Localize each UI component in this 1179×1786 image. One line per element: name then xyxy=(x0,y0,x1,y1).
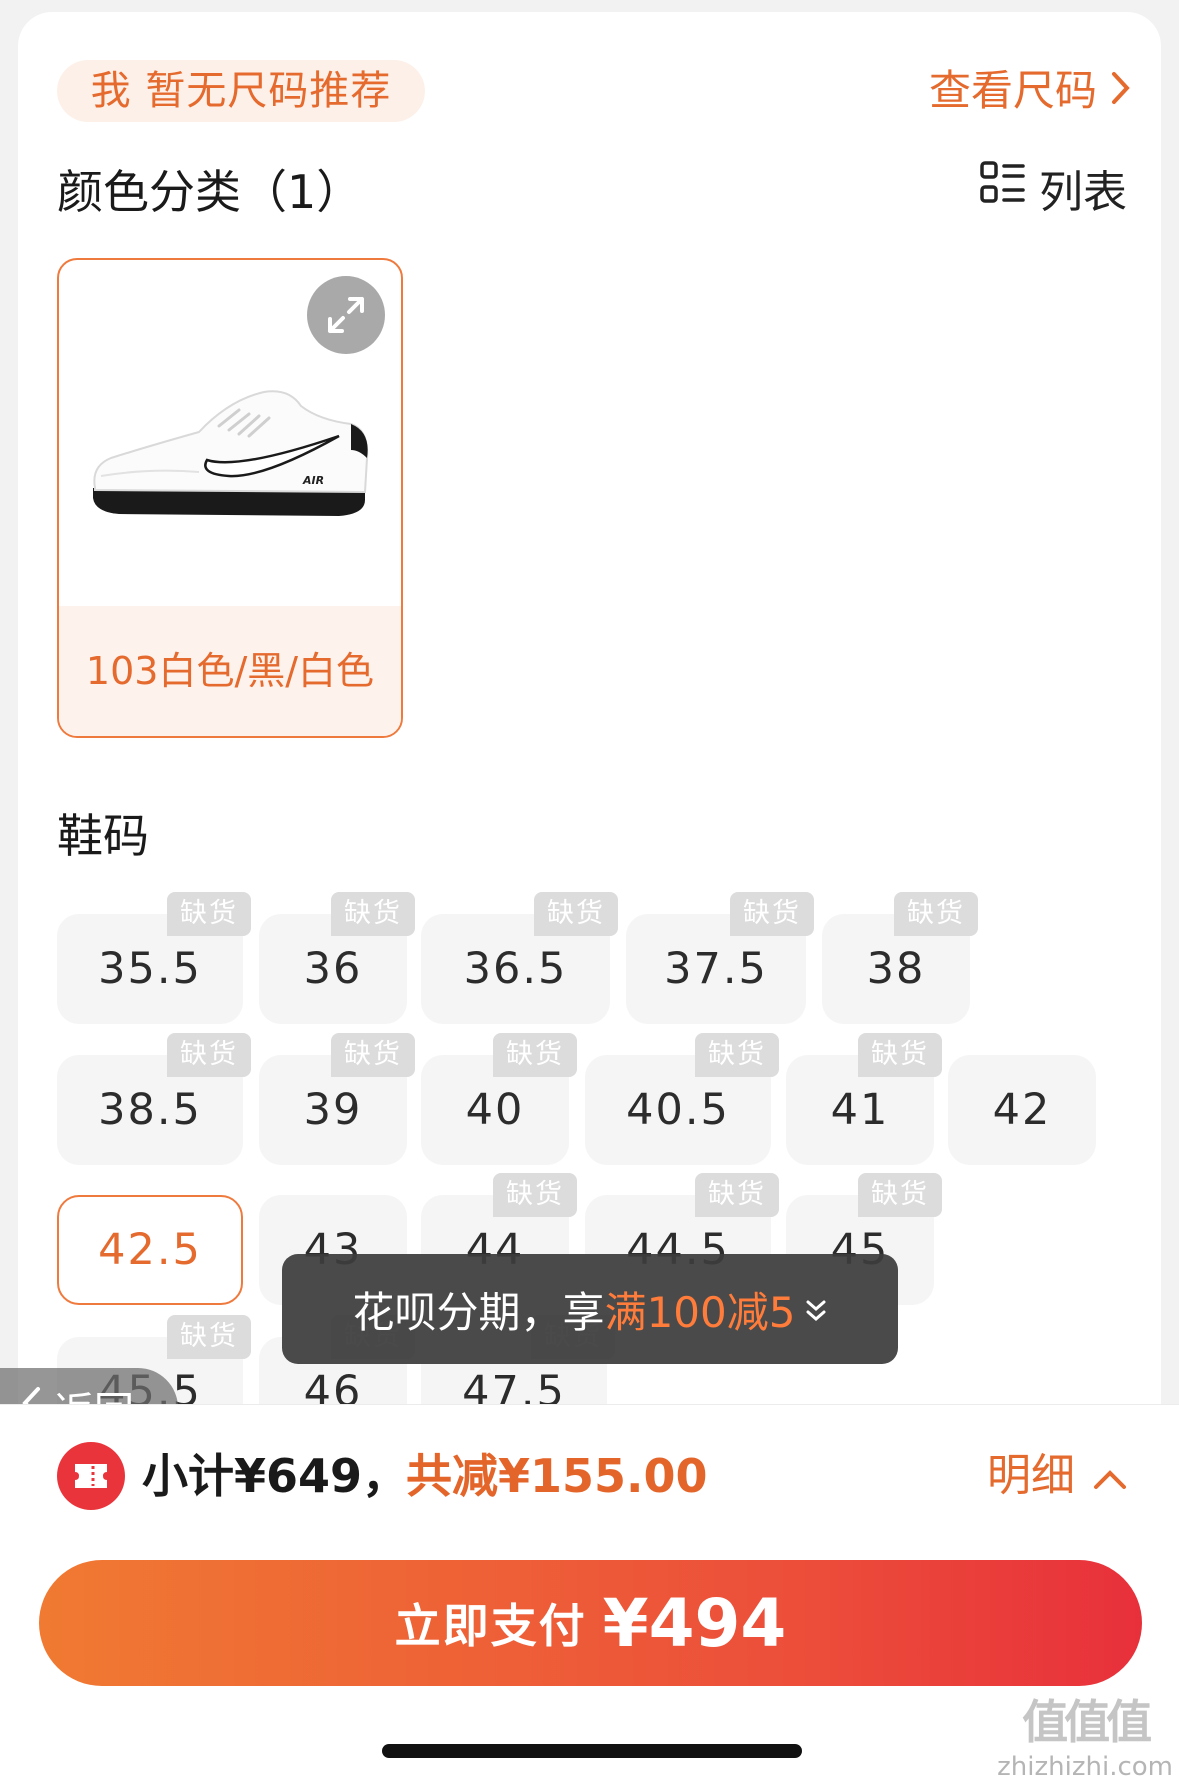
home-indicator xyxy=(382,1744,802,1758)
out-of-stock-badge: 缺货 xyxy=(331,1033,415,1077)
size-option-40-5[interactable]: 40.5 缺货 xyxy=(585,1033,779,1165)
huabei-installment-toast[interactable]: 花呗分期，享 满100减5 xyxy=(282,1254,898,1364)
size-option-label: 42.5 xyxy=(98,1225,202,1275)
color-variant-card[interactable]: AIR 103白色/黑/白色 xyxy=(57,258,403,738)
size-option-label: 41 xyxy=(830,1085,890,1135)
size-chart-link[interactable]: 查看尺码 xyxy=(929,60,1131,122)
list-view-label: 列表 xyxy=(1039,167,1127,218)
double-chevron-down-icon xyxy=(805,1285,827,1334)
list-icon xyxy=(979,160,1025,217)
size-option-36[interactable]: 36 缺货 xyxy=(259,892,415,1024)
size-option-42-5[interactable]: 42.5 xyxy=(57,1195,243,1305)
watermark: 值值值 zhizhizhi.com xyxy=(997,1686,1173,1782)
pay-amount: ¥494 xyxy=(602,1584,787,1662)
pay-now-button[interactable]: 立即支付 ¥494 xyxy=(39,1560,1142,1686)
product-image: AIR xyxy=(89,380,369,530)
chevron-up-icon xyxy=(1093,1440,1127,1512)
size-option-label: 36.5 xyxy=(463,944,568,994)
color-variant-label: 103白色/黑/白色 xyxy=(59,606,401,736)
expand-icon[interactable] xyxy=(307,276,385,354)
air-text: AIR xyxy=(302,474,324,487)
size-option-label: 38.5 xyxy=(98,1085,202,1135)
size-option-label: 38 xyxy=(866,944,926,994)
color-section-title: 颜色分类（1） xyxy=(57,165,363,219)
toast-text: 花呗分期，享 xyxy=(352,1287,605,1337)
size-option-37-5[interactable]: 37.5 缺货 xyxy=(626,892,814,1024)
out-of-stock-badge: 缺货 xyxy=(331,892,415,936)
list-view-toggle[interactable]: 列表 xyxy=(979,160,1127,218)
size-option-label: 40 xyxy=(465,1085,525,1135)
toast-promo-highlight: 满100减5 xyxy=(604,1287,796,1337)
out-of-stock-badge: 缺货 xyxy=(695,1173,779,1217)
out-of-stock-badge: 缺货 xyxy=(858,1173,942,1217)
pay-now-label: 立即支付 xyxy=(394,1599,587,1653)
watermark-logo: 值值值 xyxy=(1022,1695,1152,1749)
size-section-title: 鞋码 xyxy=(57,809,149,863)
out-of-stock-badge: 缺货 xyxy=(894,892,978,936)
coupon-icon xyxy=(57,1442,125,1510)
watermark-url: zhizhizhi.com xyxy=(997,1752,1173,1782)
size-recommendation-text: 我 暂无尺码推荐 xyxy=(90,68,392,114)
out-of-stock-badge: 缺货 xyxy=(730,892,814,936)
size-option-36-5[interactable]: 36.5 缺货 xyxy=(421,892,618,1024)
size-option-39[interactable]: 39 缺货 xyxy=(259,1033,415,1165)
out-of-stock-badge: 缺货 xyxy=(534,892,618,936)
out-of-stock-badge: 缺货 xyxy=(493,1173,577,1217)
out-of-stock-badge: 缺货 xyxy=(695,1033,779,1077)
out-of-stock-badge: 缺货 xyxy=(167,1033,251,1077)
chevron-right-icon xyxy=(1111,60,1131,122)
size-option-38-5[interactable]: 38.5 缺货 xyxy=(57,1033,251,1165)
size-option-label: 35.5 xyxy=(98,944,202,994)
size-option-38[interactable]: 38 缺货 xyxy=(822,892,978,1024)
size-option-label: 40.5 xyxy=(626,1085,730,1135)
divider xyxy=(0,1404,1179,1405)
size-recommendation-pill[interactable]: 我 暂无尺码推荐 xyxy=(57,60,425,122)
size-option-label: 36 xyxy=(303,944,363,994)
size-option-41[interactable]: 41 缺货 xyxy=(786,1033,942,1165)
size-chart-label: 查看尺码 xyxy=(928,66,1097,115)
price-detail-label: 明细 xyxy=(987,1450,1075,1501)
size-option-42[interactable]: 42 xyxy=(948,1055,1096,1165)
size-option-label: 37.5 xyxy=(664,944,768,994)
price-detail-button[interactable]: 明细 xyxy=(987,1440,1127,1512)
subtotal-text: 小计¥649， xyxy=(142,1449,409,1503)
out-of-stock-badge: 缺货 xyxy=(858,1033,942,1077)
size-option-label: 39 xyxy=(303,1085,363,1135)
out-of-stock-badge: 缺货 xyxy=(493,1033,577,1077)
out-of-stock-badge: 缺货 xyxy=(167,1315,251,1359)
out-of-stock-badge: 缺货 xyxy=(167,892,251,936)
size-option-label: 42 xyxy=(992,1085,1052,1135)
size-option-35-5[interactable]: 35.5 缺货 xyxy=(57,892,251,1024)
discount-text: 共减¥155.00 xyxy=(406,1449,708,1503)
size-option-40[interactable]: 40 缺货 xyxy=(421,1033,577,1165)
